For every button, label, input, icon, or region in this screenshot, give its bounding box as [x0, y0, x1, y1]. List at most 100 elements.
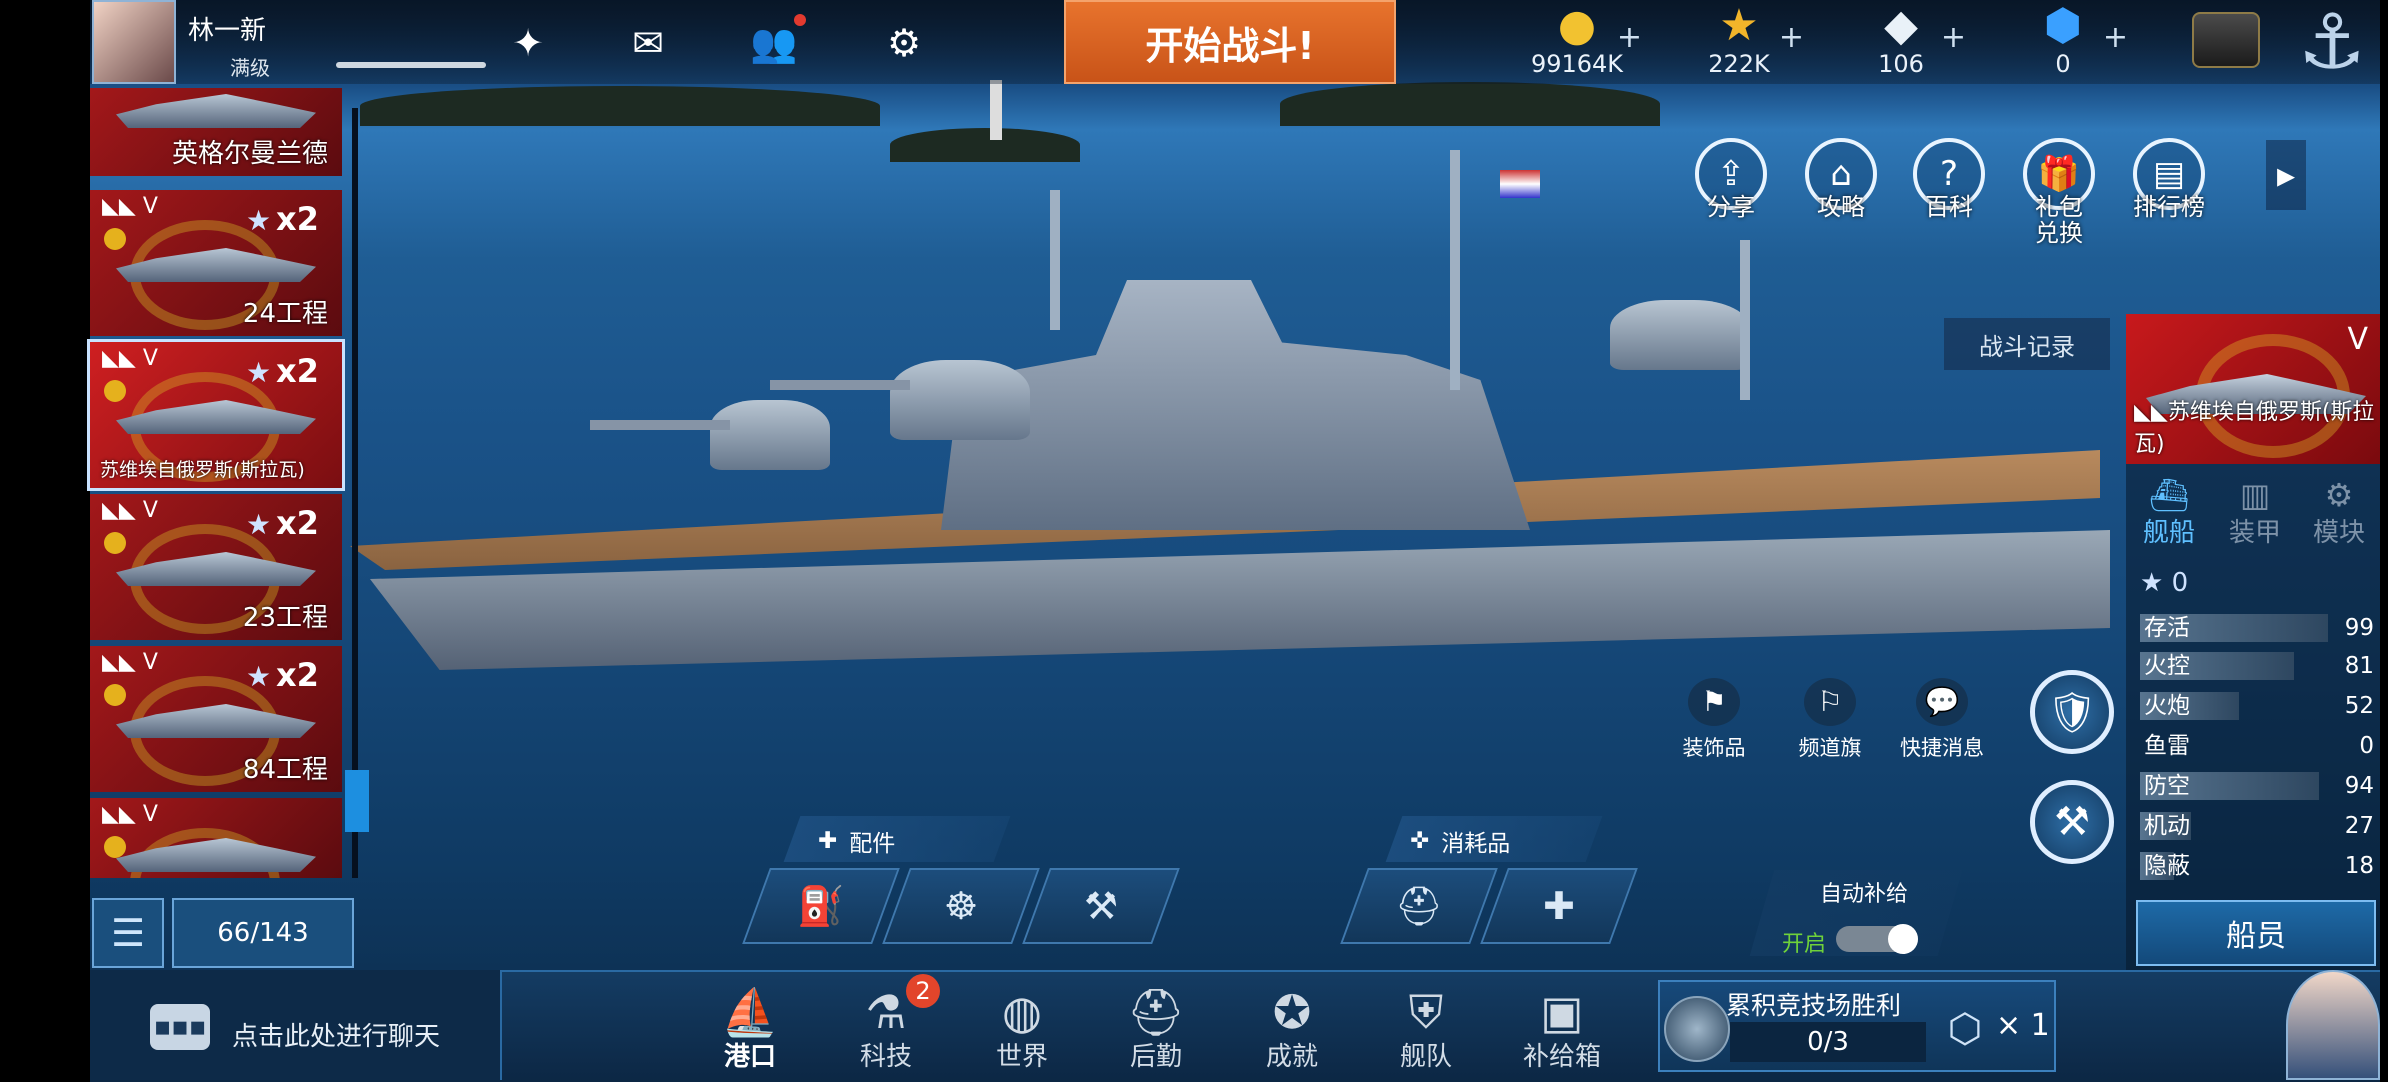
- stat-value: 18: [2344, 853, 2374, 879]
- stat-value: 81: [2344, 653, 2374, 679]
- ship-list-item[interactable]: ◣◣ V: [90, 798, 342, 878]
- stat-value: 27: [2344, 813, 2374, 839]
- tab-module[interactable]: ⚙ 模块: [2300, 476, 2378, 549]
- medal-icon: [104, 836, 126, 858]
- nav-world-label: 世界: [995, 1042, 1048, 1072]
- guide-button[interactable]: ⌂ 攻略: [1800, 138, 1882, 220]
- quick-message-button[interactable]: 💬 快捷消息: [1894, 678, 1990, 762]
- nav-port[interactable]: ⛵ 港口: [700, 984, 800, 1073]
- medal-icon: [104, 532, 126, 554]
- module-icon: ⚙: [2324, 476, 2354, 514]
- arena-orb-icon: [1664, 996, 1730, 1062]
- share-label: 分享: [1707, 193, 1755, 221]
- gold-resource[interactable]: ● + 99164K: [1492, 2, 1662, 82]
- cube-resource[interactable]: ⬢ + 0: [1978, 2, 2148, 82]
- nav-achievements-label: 成就: [1265, 1042, 1318, 1072]
- fittings-label: 配件: [849, 831, 896, 857]
- gear-icon[interactable]: ⚙: [876, 20, 932, 66]
- selected-ship-name: ◣◣苏维埃自俄罗斯(斯拉瓦): [2134, 400, 2375, 457]
- expand-arrow-icon[interactable]: ▸: [2266, 140, 2306, 210]
- channel-flag-button[interactable]: ⚐ 频道旗: [1782, 678, 1878, 762]
- star-count: 0: [2171, 568, 2189, 598]
- nav-supply-box[interactable]: ▣ 补给箱: [1512, 984, 1612, 1073]
- stat-row: 隐蔽 18: [2140, 850, 2376, 882]
- stat-row: 火炮 52: [2140, 690, 2376, 722]
- nav-achievements[interactable]: ✪ 成就: [1242, 984, 1342, 1073]
- left-letterbox: [0, 0, 90, 1080]
- ship-name: 24工程: [242, 299, 328, 329]
- nav-tech-label: 科技: [859, 1042, 912, 1072]
- stat-value: 94: [2344, 773, 2374, 799]
- ship-list-item-selected[interactable]: ◣◣ V ★ x2 苏维埃自俄罗斯(斯拉瓦): [87, 339, 345, 491]
- add-icon[interactable]: +: [1617, 20, 1642, 55]
- decoration-button[interactable]: ⚑ 装饰品: [1666, 678, 1762, 762]
- hex-gem-icon: ⬡: [1947, 1006, 1983, 1052]
- ship-icon: ⛴: [2148, 476, 2190, 514]
- flag-icon: ⚑: [1688, 678, 1740, 726]
- decoration-label: 装饰品: [1682, 736, 1746, 760]
- tier-label: ◣◣ V: [102, 802, 158, 827]
- crew-button[interactable]: 船员: [2136, 900, 2376, 966]
- multiplier: x2: [276, 200, 319, 238]
- start-battle-button[interactable]: 开始战斗!: [1064, 0, 1396, 84]
- multiplier: x2: [276, 352, 319, 390]
- battleship-model[interactable]: [350, 150, 2110, 750]
- ship-list-scrollbar[interactable]: [352, 108, 358, 878]
- logistics-icon: ⛑: [1126, 985, 1186, 1039]
- list-view-icon[interactable]: ☰: [92, 898, 164, 968]
- nav-logistics[interactable]: ⛑ 后勤: [1106, 984, 1206, 1073]
- chat-prompt[interactable]: 点击此处进行聊天: [232, 1016, 440, 1053]
- advisor-avatar[interactable]: [2286, 970, 2380, 1080]
- merit-resource[interactable]: ★ + 222K: [1654, 2, 1824, 82]
- add-icon[interactable]: +: [1941, 20, 1966, 55]
- gift-redeem-button[interactable]: 🎁 礼包兑换: [2018, 138, 2100, 246]
- auto-supply-toggle[interactable]: [1836, 924, 1918, 954]
- leaderboard-button[interactable]: ▤ 排行榜: [2128, 138, 2210, 220]
- mail-icon[interactable]: ✉: [620, 20, 676, 66]
- ship-list-item[interactable]: ◣◣ V ★ x2 24工程: [90, 190, 342, 336]
- nav-world[interactable]: ◍ 世界: [972, 984, 1072, 1073]
- battle-record-button[interactable]: 战斗记录: [1944, 318, 2110, 370]
- tier-value: V: [142, 194, 158, 219]
- tab-ship[interactable]: ⛴ 舰船: [2130, 476, 2208, 549]
- ship-mast: [1050, 190, 1060, 330]
- tab-armor[interactable]: ▥ 装甲: [2216, 476, 2294, 549]
- share-button[interactable]: ⇪ 分享: [1690, 138, 1772, 220]
- ship-list-item[interactable]: 英格尔曼兰德: [90, 88, 342, 176]
- treasure-chest-icon[interactable]: [2192, 12, 2260, 68]
- ship-thumbnail: [116, 838, 316, 872]
- tier-value: V: [142, 650, 158, 675]
- anchor-icon[interactable]: ⚓: [2284, 0, 2380, 84]
- achievement-icon: ✪: [1272, 985, 1312, 1039]
- wings-icon[interactable]: ✦: [500, 20, 556, 66]
- friends-icon[interactable]: 👥: [746, 20, 802, 66]
- ship-name: 英格尔曼兰德: [171, 139, 328, 169]
- right-letterbox: [2380, 0, 2388, 1080]
- ship-list-item[interactable]: ◣◣ V ★ x2 84工程: [90, 646, 342, 792]
- emblem-shield-icon[interactable]: 🛡: [2030, 670, 2114, 754]
- auto-supply-label: 自动补给: [1820, 882, 1909, 907]
- ship-list-scroll-thumb[interactable]: [345, 770, 369, 832]
- add-icon[interactable]: +: [2103, 20, 2128, 55]
- xp-bar: [336, 62, 486, 68]
- ship-count: 66/143: [172, 898, 354, 968]
- add-icon[interactable]: +: [1779, 20, 1804, 55]
- nav-fleet[interactable]: ⛨ 舰队: [1376, 984, 1476, 1073]
- stat-label: 鱼雷: [2144, 733, 2190, 759]
- stat-label: 火炮: [2144, 693, 2190, 719]
- player-avatar[interactable]: [92, 0, 176, 84]
- nav-port-label: 港口: [723, 1042, 776, 1072]
- selected-ship-card[interactable]: V ◣◣苏维埃自俄罗斯(斯拉瓦): [2126, 314, 2380, 464]
- tools-icon[interactable]: ⚒: [2030, 780, 2114, 864]
- tier-value: V: [142, 346, 158, 371]
- diamond-resource[interactable]: ◆ + 106: [1816, 2, 1986, 82]
- ship-list-item[interactable]: ◣◣ V ★ x2 23工程: [90, 494, 342, 640]
- star-icon: ★: [246, 660, 272, 693]
- wiki-button[interactable]: ? 百科: [1908, 138, 1990, 220]
- armor-icon: ▥: [2239, 476, 2271, 514]
- leaderboard-label: 排行榜: [2133, 193, 2205, 221]
- wrench-icon: ✚: [818, 828, 838, 854]
- stat-value: 52: [2344, 693, 2374, 719]
- nav-logistics-label: 后勤: [1129, 1042, 1182, 1072]
- island-scenery: [1280, 82, 1660, 126]
